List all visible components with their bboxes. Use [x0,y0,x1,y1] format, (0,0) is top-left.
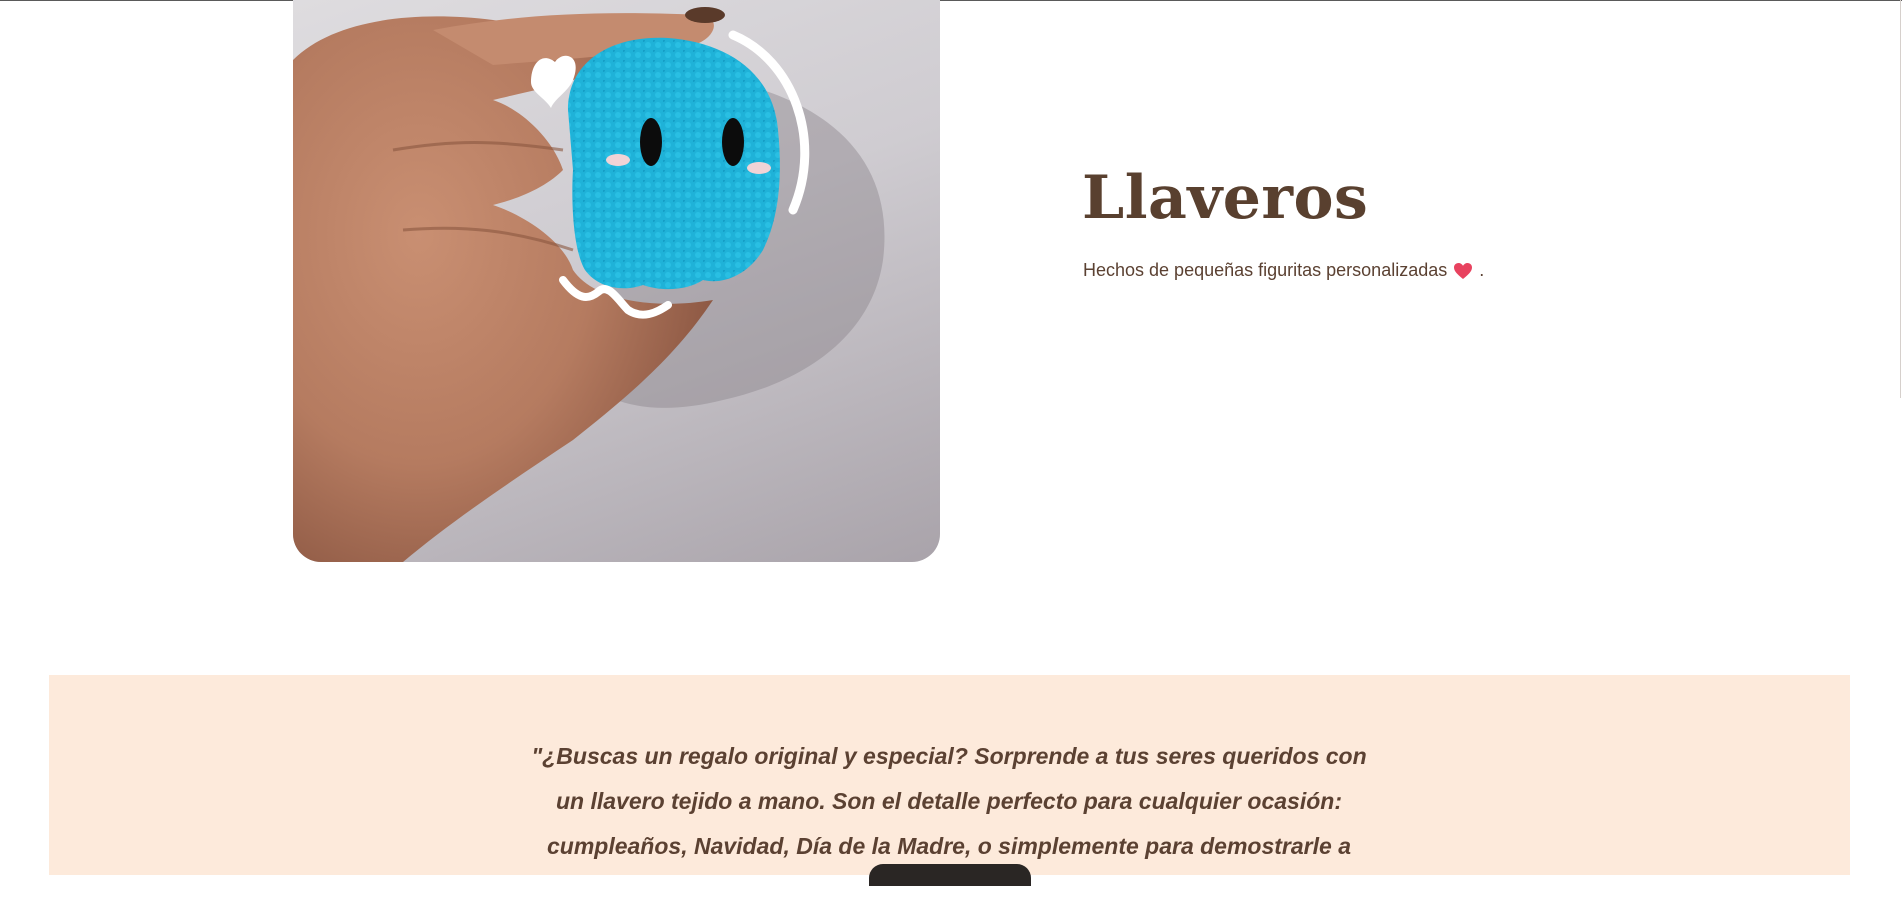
page-title: Llaveros [1082,163,1369,233]
page-subtitle: Hechos de pequeñas figuritas personaliza… [1083,260,1484,281]
product-image [293,0,940,562]
floating-toolbar[interactable] [869,864,1031,886]
subtitle-period: . [1479,260,1485,280]
quote-section: "¿Buscas un regalo original y especial? … [49,675,1850,904]
scrollbar-edge [1900,0,1901,398]
heart-icon [1453,262,1473,280]
top-border [0,0,1902,1]
subtitle-text: Hechos de pequeñas figuritas personaliza… [1083,260,1448,280]
